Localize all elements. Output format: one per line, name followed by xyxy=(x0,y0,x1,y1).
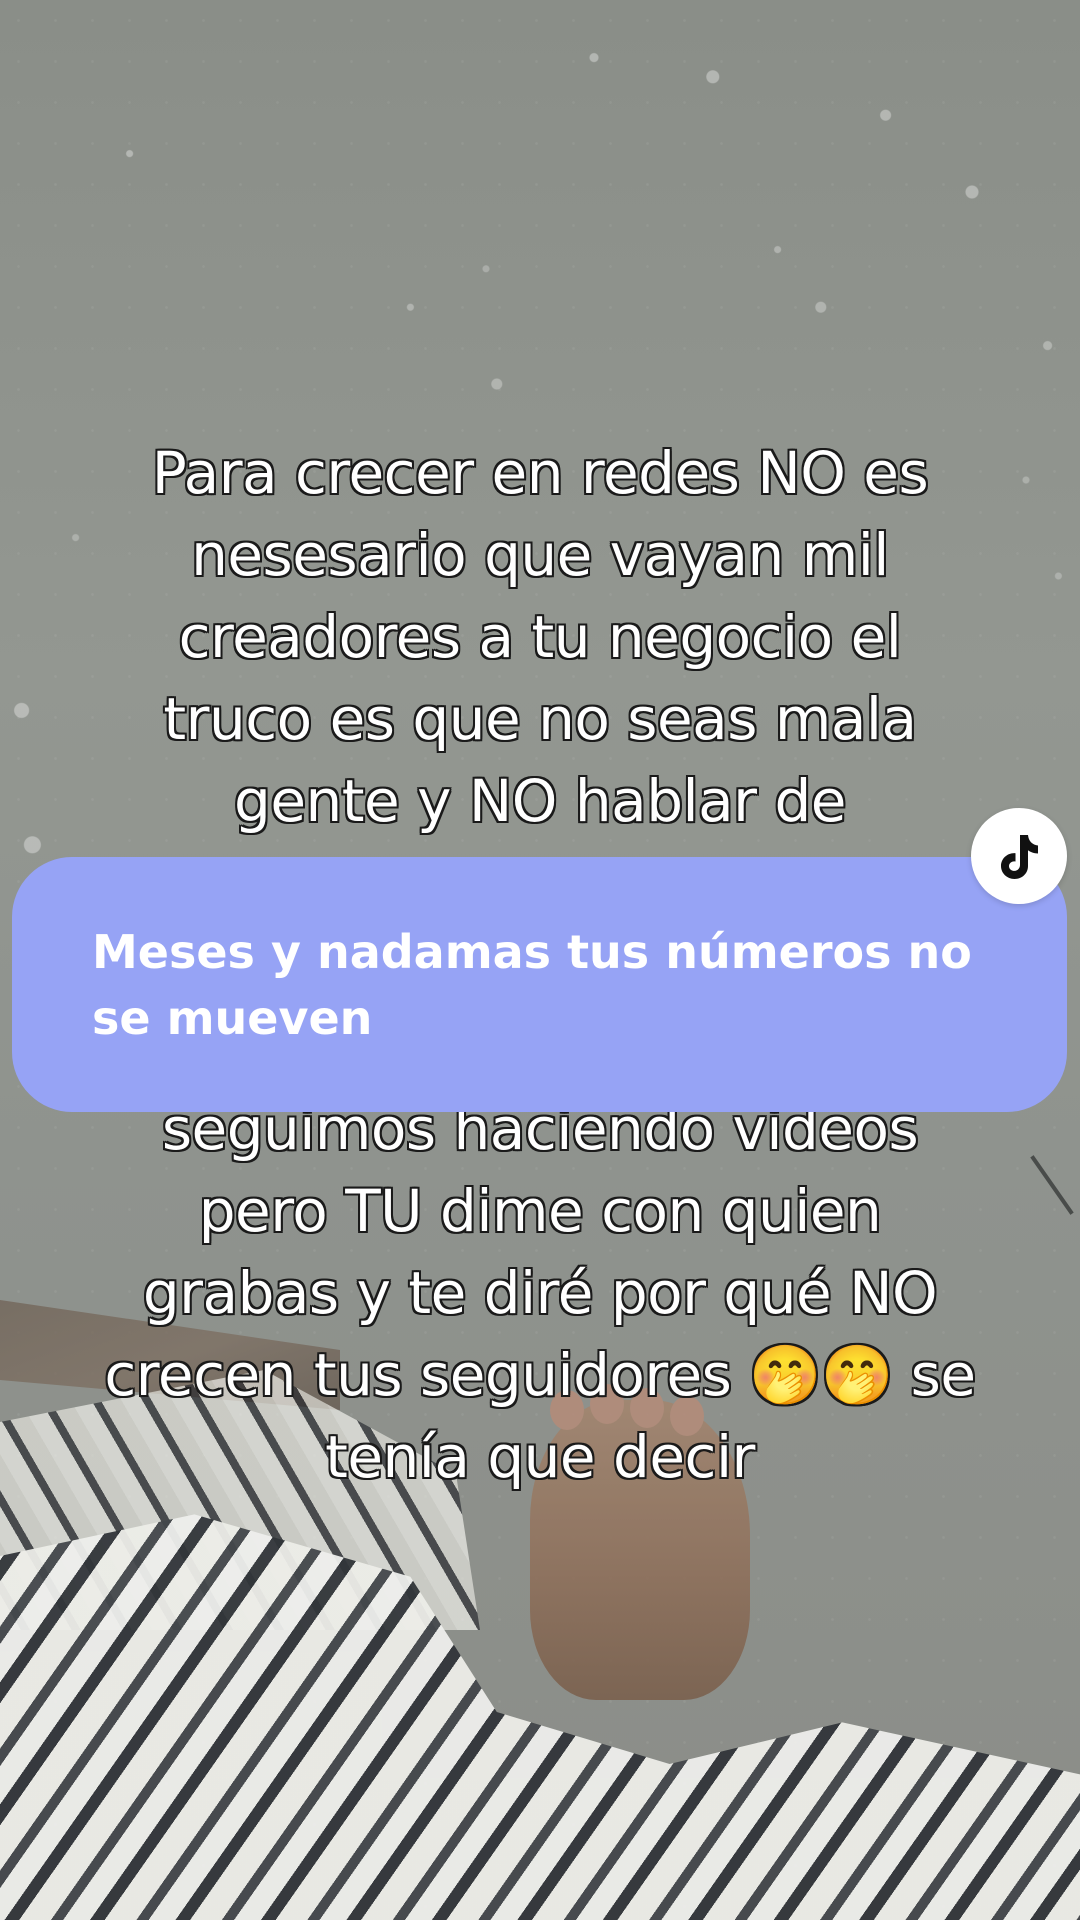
tiktok-badge[interactable] xyxy=(971,808,1067,904)
reply-comment-text: Meses y nadamas tus números no se mueven xyxy=(92,919,997,1051)
caption-top: Para crecer en redes NO es nesesario que… xyxy=(60,432,1020,842)
caption-line: creadores a tu negocio el xyxy=(178,603,902,671)
caption-line: gente y NO hablar de xyxy=(234,767,846,835)
caption-line: Para crecer en redes NO es xyxy=(151,439,929,507)
caption-line: truco es que no seas mala xyxy=(163,685,917,753)
caption-line: pero TU dime con quien xyxy=(198,1177,882,1245)
caption-line: crecen tus seguidores 🤭🤭 se xyxy=(104,1341,976,1409)
video-frame: Para crecer en redes NO es nesesario que… xyxy=(0,0,1080,1920)
reply-text-line: se mueven xyxy=(92,991,373,1045)
reply-comment-bubble[interactable]: Meses y nadamas tus números no se mueven xyxy=(12,857,1067,1112)
caption-line: grabas y te diré por qué NO xyxy=(142,1259,938,1327)
tiktok-logo-icon xyxy=(1001,835,1038,879)
caption-line: nesesario que vayan mil xyxy=(191,521,889,589)
caption-line: tenía que decir xyxy=(325,1423,755,1491)
reply-text-line: Meses y nadamas tus números no xyxy=(92,925,972,979)
caption-bottom: seguimos haciendo videos pero TU dime co… xyxy=(60,1088,1020,1498)
